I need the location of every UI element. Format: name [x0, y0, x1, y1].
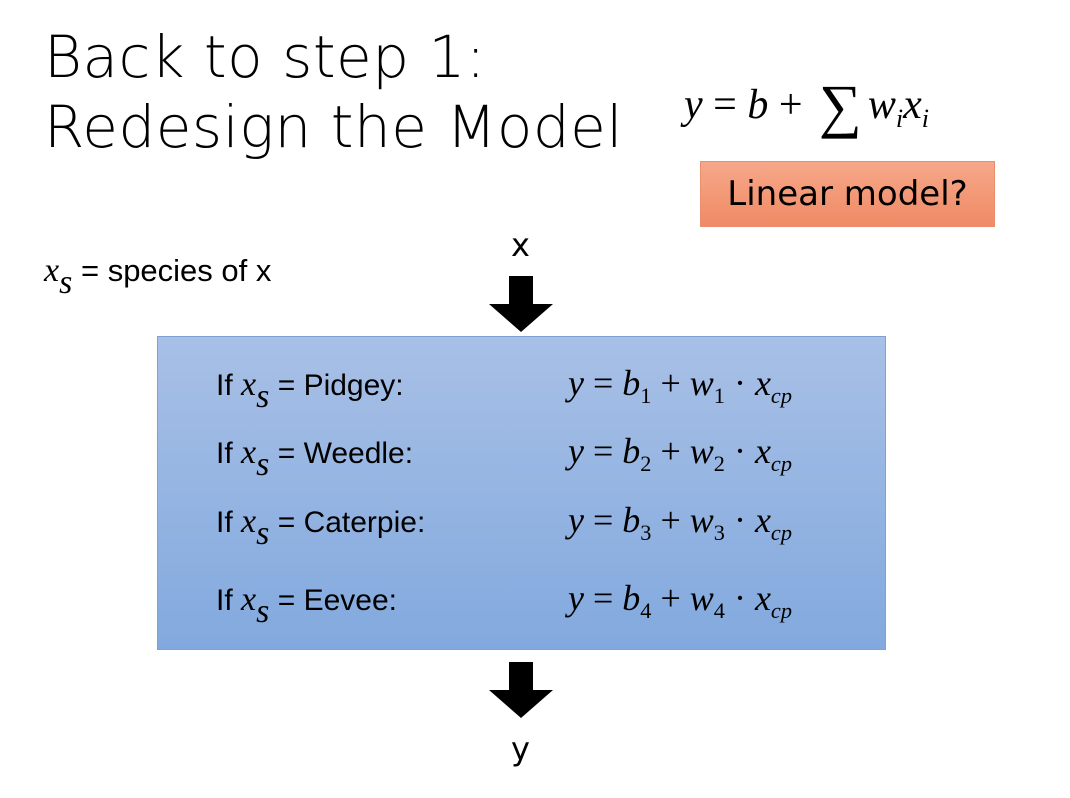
if-keyword: If — [216, 437, 233, 470]
eq-x-sub: cp — [770, 450, 792, 476]
eq-b: b — [622, 363, 641, 403]
eq-x-sub: cp — [770, 597, 792, 623]
def-equals: = — [80, 253, 100, 288]
cond-sub: s — [256, 514, 270, 552]
eq-equals: = — [592, 500, 614, 540]
species-name: Pidgey: — [303, 369, 404, 402]
case-equation: y = b3 + w3 · xcp — [568, 499, 792, 543]
title-line-2: Redesign the Model — [44, 93, 623, 161]
formula-w: w — [867, 82, 896, 128]
title-line-1: Back to step 1: — [44, 23, 486, 91]
cond-var: x — [241, 581, 257, 618]
case-equation: y = b4 + w4 · xcp — [568, 577, 792, 621]
eq-equals: = — [592, 431, 614, 471]
eq-b-index: 3 — [640, 519, 652, 545]
eq-w-index: 2 — [713, 450, 725, 476]
eq-x-sub: cp — [770, 519, 792, 545]
case-equation: y = b1 + w1 · xcp — [568, 362, 792, 406]
formula-y: y — [684, 82, 703, 128]
if-keyword: If — [216, 506, 233, 539]
eq-b: b — [622, 431, 641, 471]
eq-x: x — [754, 500, 771, 540]
cond-var: x — [241, 434, 257, 471]
cond-equals: = — [277, 584, 296, 617]
species-name: Eevee: — [303, 584, 397, 617]
cond-var: x — [241, 503, 257, 540]
cond-equals: = — [277, 506, 296, 539]
eq-b-index: 4 — [640, 597, 652, 623]
eq-plus: + — [660, 500, 681, 540]
input-arrow-icon — [489, 276, 553, 332]
cond-sub: s — [256, 592, 270, 630]
summation-symbol: ∑ — [819, 73, 862, 139]
case-condition: If xs = Weedle: — [216, 434, 414, 481]
case-equation: y = b2 + w2 · xcp — [568, 430, 792, 474]
formula-plus: + — [778, 82, 803, 128]
linear-model-badge: Linear model? — [700, 161, 995, 227]
eq-y: y — [568, 500, 584, 540]
eq-dot: · — [733, 363, 746, 403]
cond-sub: s — [256, 377, 270, 415]
eq-plus: + — [660, 363, 681, 403]
if-keyword: If — [216, 584, 233, 617]
eq-x: x — [754, 363, 771, 403]
eq-x-sub: cp — [770, 382, 792, 408]
input-label: x — [511, 226, 530, 264]
eq-y: y — [568, 363, 584, 403]
formula-x-index: i — [921, 104, 929, 134]
eq-b-index: 2 — [640, 450, 652, 476]
case-condition: If xs = Pidgey: — [216, 366, 404, 413]
eq-y: y — [568, 578, 584, 618]
output-arrow-icon — [489, 662, 553, 718]
eq-b: b — [622, 578, 641, 618]
formula-w-index: i — [895, 104, 904, 134]
eq-w: w — [689, 363, 714, 403]
eq-x: x — [754, 431, 771, 471]
eq-b: b — [622, 500, 641, 540]
eq-w: w — [689, 431, 714, 471]
eq-w-index: 4 — [713, 597, 725, 623]
cond-equals: = — [277, 437, 296, 470]
eq-y: y — [568, 431, 584, 471]
eq-w-index: 3 — [713, 519, 725, 545]
def-var: x — [44, 252, 60, 289]
species-name: Caterpie: — [303, 506, 426, 539]
eq-w: w — [689, 578, 714, 618]
eq-b-index: 1 — [640, 382, 652, 408]
formula-b: b — [747, 82, 769, 128]
eq-equals: = — [592, 363, 614, 403]
eq-plus: + — [660, 431, 681, 471]
eq-plus: + — [660, 578, 681, 618]
species-definition: xs = species of x — [44, 252, 272, 299]
eq-dot: · — [733, 578, 746, 618]
case-condition: If xs = Caterpie: — [216, 503, 426, 550]
formula-equals: = — [713, 82, 737, 128]
def-text: species of x — [107, 253, 272, 288]
eq-dot: · — [733, 431, 746, 471]
linear-formula: y = b + ∑ wixi — [684, 64, 929, 139]
output-label: y — [511, 730, 530, 768]
formula-x: x — [903, 82, 922, 128]
eq-w-index: 1 — [713, 382, 725, 408]
case-condition: If xs = Eevee: — [216, 581, 397, 628]
species-name: Weedle: — [303, 437, 414, 470]
eq-x: x — [754, 578, 771, 618]
cond-equals: = — [277, 369, 296, 402]
eq-equals: = — [592, 578, 614, 618]
cond-sub: s — [256, 445, 270, 483]
eq-w: w — [689, 500, 714, 540]
slide-title: Back to step 1: Redesign the Model — [44, 22, 623, 162]
if-keyword: If — [216, 369, 233, 402]
eq-dot: · — [733, 500, 746, 540]
def-sub: s — [59, 263, 73, 301]
cond-var: x — [241, 366, 257, 403]
